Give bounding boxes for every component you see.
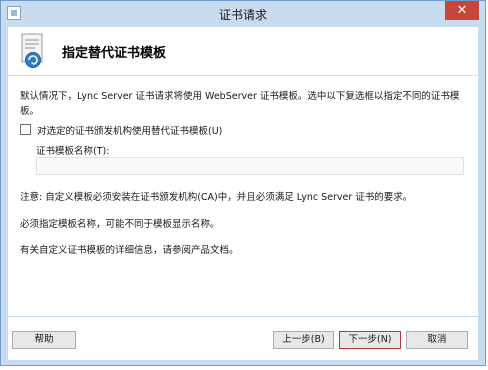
requirements-note: 注意: 自定义模板必须安装在证书颁发机构(CA)中，并且必须满足 Lync Se…	[20, 192, 413, 203]
cancel-button[interactable]: 取消	[406, 331, 468, 349]
wizard-footer: 帮助 上一步(B) 下一步(N) 取消	[8, 317, 478, 360]
next-button[interactable]: 下一步(N)	[339, 331, 401, 349]
wizard-header: 指定替代证书模板	[8, 27, 478, 76]
certificate-request-window: 证书请求 ✕ 指定替代证书模板 默认情况下，Lync Server 证书请求将使…	[0, 0, 486, 366]
title-bar[interactable]: 证书请求 ✕	[1, 1, 485, 27]
description-text: 默认情况下，Lync Server 证书请求将使用 WebServer 证书模板…	[20, 91, 460, 117]
documentation-note: 有关自定义证书模板的详细信息，请参阅产品文档。	[20, 245, 239, 256]
back-button[interactable]: 上一步(B)	[273, 331, 334, 349]
wizard-content: 默认情况下，Lync Server 证书请求将使用 WebServer 证书模板…	[8, 76, 478, 316]
page-title: 指定替代证书模板	[62, 46, 167, 61]
alternate-template-checkbox-label[interactable]: 对选定的证书颁发机构使用替代证书模板(U)	[37, 123, 222, 137]
window-title: 证书请求	[218, 8, 267, 22]
help-button[interactable]: 帮助	[12, 331, 76, 349]
close-icon: ✕	[456, 3, 468, 18]
close-button[interactable]: ✕	[445, 1, 479, 20]
alternate-template-checkbox[interactable]	[20, 124, 31, 135]
template-name-label: 证书模板名称(T):	[36, 146, 110, 157]
certificate-icon	[21, 33, 43, 68]
template-name-note: 必须指定模板名称，可能不同于模板显示名称。	[20, 219, 220, 230]
template-name-input[interactable]	[36, 157, 464, 175]
